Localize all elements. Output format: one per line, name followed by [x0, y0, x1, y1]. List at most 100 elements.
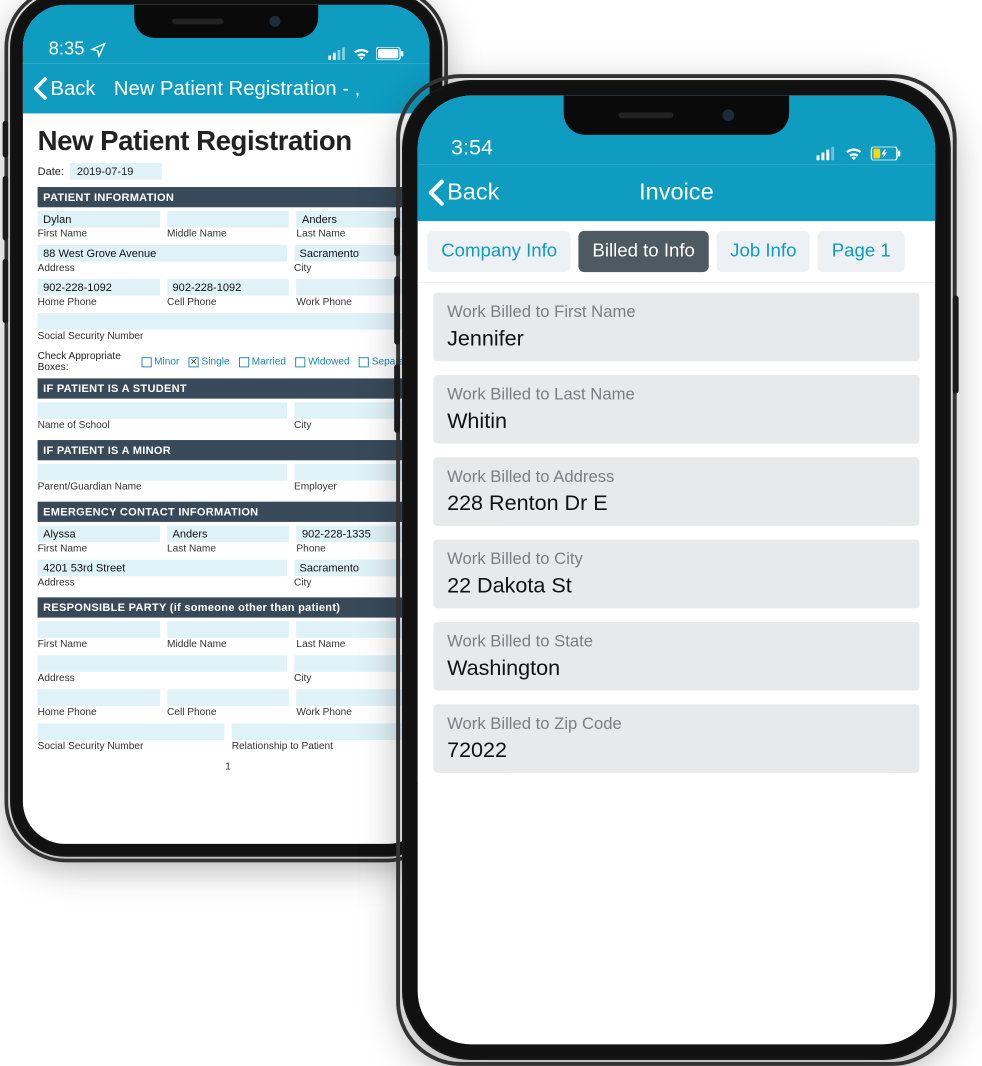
rp-work-label: Work Phone: [296, 706, 418, 722]
employer-field[interactable]: [294, 464, 419, 481]
rp-middle-field[interactable]: [167, 621, 289, 638]
notch: [564, 96, 789, 135]
section-minor: IF PATIENT IS A MINOR: [38, 440, 419, 460]
middle-name-field[interactable]: [167, 211, 289, 228]
ec-city-field[interactable]: Sacramento: [294, 560, 419, 577]
rp-last-label: Last Name: [296, 638, 418, 654]
cell-phone-field[interactable]: 902-228-1092: [167, 279, 289, 296]
field-billed-state[interactable]: Work Billed to State Washington: [433, 622, 919, 691]
volume-down-button: [3, 259, 9, 323]
last-name-label: Last Name: [296, 228, 418, 244]
field-label: Work Billed to City: [447, 549, 906, 569]
field-billed-last-name[interactable]: Work Billed to Last Name Whitin: [433, 375, 919, 444]
ec-phone-field[interactable]: 902-228-1335: [296, 526, 418, 543]
ec-last-field[interactable]: Anders: [167, 526, 289, 543]
tab-job-info[interactable]: Job Info: [716, 231, 810, 272]
field-label: Work Billed to First Name: [447, 302, 906, 322]
billed-fields-list[interactable]: Work Billed to First Name Jennifer Work …: [418, 283, 935, 783]
ec-phone-label: Phone: [296, 542, 418, 558]
ec-addr-label: Address: [38, 576, 287, 592]
rp-addr-label: Address: [38, 672, 287, 688]
ec-last-label: Last Name: [167, 542, 289, 558]
wifi-icon: [352, 47, 370, 60]
cell-phone-label: Cell Phone: [167, 296, 289, 312]
field-billed-address[interactable]: Work Billed to Address 228 Renton Dr E: [433, 457, 919, 526]
date-value[interactable]: 2019-07-19: [70, 163, 162, 180]
checkbox-married[interactable]: Married: [239, 356, 286, 367]
field-label: Work Billed to State: [447, 632, 906, 652]
ssn-field[interactable]: [38, 313, 419, 330]
rp-home-field[interactable]: [38, 689, 160, 706]
section-student: IF PATIENT IS A STUDENT: [38, 378, 419, 398]
page-number: 1: [38, 761, 419, 772]
back-label: Back: [50, 77, 95, 101]
field-billed-city[interactable]: Work Billed to City 22 Dakota St: [433, 540, 919, 609]
phone-patient: 8:35 Bac: [10, 0, 442, 857]
ec-first-label: First Name: [38, 542, 160, 558]
field-value: Jennifer: [447, 326, 906, 351]
signal-icon: [816, 147, 838, 161]
field-value: 22 Dakota St: [447, 573, 906, 598]
field-billed-first-name[interactable]: Work Billed to First Name Jennifer: [433, 293, 919, 362]
home-phone-label: Home Phone: [38, 296, 160, 312]
rp-ssn-label: Social Security Number: [38, 740, 225, 756]
rp-first-field[interactable]: [38, 621, 160, 638]
silence-switch: [394, 217, 400, 256]
rp-ssn-field[interactable]: [38, 723, 225, 740]
battery-icon: [376, 47, 404, 60]
status-time: 3:54: [451, 135, 493, 160]
home-phone-field[interactable]: 902-228-1092: [38, 279, 160, 296]
rp-home-label: Home Phone: [38, 706, 160, 722]
first-name-field[interactable]: Dylan: [38, 211, 160, 228]
last-name-field[interactable]: Anders: [296, 211, 418, 228]
back-button[interactable]: Back: [427, 179, 499, 206]
rp-city-field[interactable]: [294, 655, 419, 672]
section-emergency: EMERGENCY CONTACT INFORMATION: [38, 502, 419, 522]
rp-cell-label: Cell Phone: [167, 706, 289, 722]
address-label: Address: [38, 262, 287, 278]
field-label: Work Billed to Last Name: [447, 385, 906, 405]
nav-title: New Patient Registration - ,: [114, 77, 360, 101]
section-responsible: RESPONSIBLE PARTY (if someone other than…: [38, 597, 419, 617]
ec-first-field[interactable]: Alyssa: [38, 526, 160, 543]
rp-work-field[interactable]: [296, 689, 418, 706]
status-time: 8:35: [49, 39, 85, 60]
chevron-left-icon: [32, 77, 49, 101]
marital-status-checks: Check Appropriate Boxes: Minor Single Ma…: [38, 351, 419, 373]
checkbox-single[interactable]: Single: [189, 356, 230, 367]
field-value: Washington: [447, 655, 906, 680]
tab-billed-to-info[interactable]: Billed to Info: [579, 231, 709, 272]
ec-addr-field[interactable]: 4201 53rd Street: [38, 560, 287, 577]
volume-down-button: [394, 364, 400, 433]
tab-bar: Company Info Billed to Info Job Info Pag…: [418, 221, 935, 283]
field-billed-zip[interactable]: Work Billed to Zip Code 72022: [433, 704, 919, 773]
rp-middle-label: Middle Name: [167, 638, 289, 654]
checkbox-widowed[interactable]: Widowed: [295, 356, 350, 367]
guardian-field[interactable]: [38, 464, 287, 481]
field-label: Work Billed to Zip Code: [447, 714, 906, 734]
notch: [134, 5, 318, 38]
page-title: New Patient Registration: [38, 126, 419, 157]
field-value: 228 Renton Dr E: [447, 491, 906, 516]
rp-rel-field[interactable]: [232, 723, 419, 740]
power-button: [953, 296, 959, 394]
rp-last-field[interactable]: [296, 621, 418, 638]
rp-addr-field[interactable]: [38, 655, 287, 672]
guardian-label: Parent/Guardian Name: [38, 481, 287, 497]
nav-bar: Back New Patient Registration - ,: [23, 64, 430, 114]
city-label: City: [294, 262, 419, 278]
back-button[interactable]: Back: [32, 77, 95, 101]
work-phone-label: Work Phone: [296, 296, 418, 312]
tab-page-1[interactable]: Page 1: [818, 231, 904, 272]
school-field[interactable]: [38, 402, 287, 419]
work-phone-field[interactable]: [296, 279, 418, 296]
silence-switch: [3, 121, 9, 158]
rp-cell-field[interactable]: [167, 689, 289, 706]
checkbox-minor[interactable]: Minor: [141, 356, 179, 367]
location-icon: [90, 41, 107, 58]
school-label: Name of School: [38, 419, 287, 435]
address-field[interactable]: 88 West Grove Avenue: [38, 245, 287, 262]
ec-city-label: City: [294, 576, 419, 592]
form-document[interactable]: New Patient Registration Date: 2019-07-1…: [23, 113, 430, 772]
tab-company-info[interactable]: Company Info: [427, 231, 570, 272]
